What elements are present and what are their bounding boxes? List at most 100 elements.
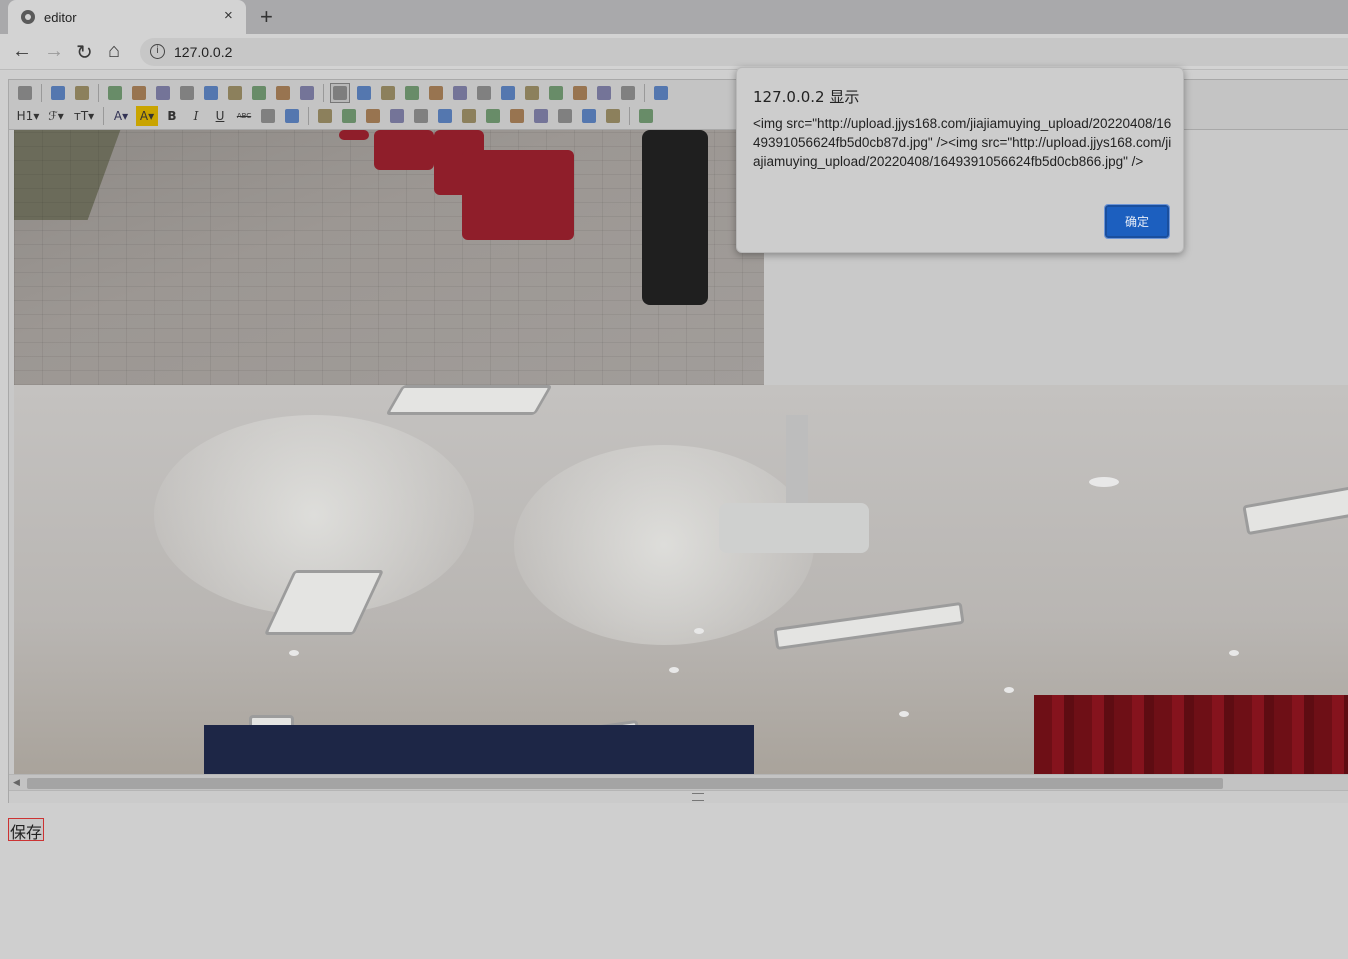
emoticon-icon[interactable] [483, 106, 503, 126]
template-icon[interactable] [153, 83, 173, 103]
indent-icon[interactable] [474, 83, 494, 103]
outdent-icon[interactable] [498, 83, 518, 103]
url-text[interactable]: 127.0.0.2 [174, 44, 232, 60]
anchor-icon[interactable] [555, 106, 575, 126]
subscript-icon[interactable] [522, 83, 542, 103]
unlink-icon[interactable] [603, 106, 623, 126]
line-height-icon[interactable] [258, 106, 278, 126]
flash-icon[interactable] [363, 106, 383, 126]
superscript-icon[interactable] [546, 83, 566, 103]
copy-icon [228, 86, 242, 100]
source-icon [18, 86, 32, 100]
toolbar-row-1 [15, 82, 671, 104]
preview-icon[interactable] [105, 83, 125, 103]
resize-grip-icon[interactable] [692, 793, 704, 801]
font-family-button[interactable]: ℱ▾ [45, 106, 67, 126]
align-justify-icon[interactable] [402, 83, 422, 103]
hr-icon[interactable] [459, 106, 479, 126]
text-color-button[interactable]: A▾ [110, 106, 132, 126]
multi-image-icon[interactable] [339, 106, 359, 126]
hr-icon [462, 109, 476, 123]
italic-button[interactable]: I [186, 106, 206, 126]
map-icon[interactable] [507, 106, 527, 126]
map-icon [510, 109, 524, 123]
source-icon[interactable] [15, 83, 35, 103]
dialog-title: 127.0.0.2 显示 [753, 88, 860, 106]
highlight-color-button[interactable]: A▾ [136, 106, 158, 126]
unordered-list-icon[interactable] [450, 83, 470, 103]
home-icon[interactable]: ⌂ [108, 40, 120, 63]
media-icon[interactable] [387, 106, 407, 126]
close-tab-icon[interactable]: × [224, 7, 233, 24]
cursor-icon[interactable] [618, 83, 638, 103]
editor-resize-bar[interactable] [9, 790, 1348, 803]
outdent-icon [501, 86, 515, 100]
code-icon[interactable] [177, 83, 197, 103]
content-image-classroom[interactable] [14, 385, 1348, 774]
multi-image-icon [342, 109, 356, 123]
image-ceiling-light [773, 601, 965, 651]
cut-icon [204, 86, 218, 100]
clear-format-icon[interactable] [570, 83, 590, 103]
new-tab-button[interactable]: + [260, 4, 273, 30]
table-icon [438, 109, 452, 123]
ordered-list-icon [429, 86, 443, 100]
content-image-suitcases[interactable] [14, 130, 764, 385]
toolbar-separator [629, 107, 630, 125]
clear-format-icon [573, 86, 587, 100]
back-icon[interactable]: ← [12, 40, 32, 63]
paste-word-icon [300, 86, 314, 100]
link-icon[interactable] [579, 106, 599, 126]
paste-plain-icon[interactable] [273, 83, 293, 103]
align-left-icon[interactable] [330, 83, 350, 103]
pagebreak-icon [534, 109, 548, 123]
undo-icon[interactable] [48, 83, 68, 103]
table-icon[interactable] [435, 106, 455, 126]
image-suitcase [462, 150, 574, 240]
horizontal-scrollbar[interactable]: ◀ [9, 774, 1348, 790]
cut-icon[interactable] [201, 83, 221, 103]
image-icon[interactable] [315, 106, 335, 126]
ordered-list-icon[interactable] [426, 83, 446, 103]
copy-icon[interactable] [225, 83, 245, 103]
image-blue-banner [204, 725, 754, 774]
forward-icon[interactable]: → [44, 40, 64, 63]
superscript-icon [549, 86, 563, 100]
bold-button[interactable]: B [162, 106, 182, 126]
font-size-button[interactable]: ᴛT▾ [71, 106, 97, 126]
heading-button[interactable]: H1▾ [15, 106, 41, 126]
image-ceiling-light [1242, 484, 1348, 536]
browser-tab[interactable]: editor × [8, 0, 246, 34]
scrollbar-thumb[interactable] [27, 778, 1223, 789]
attachment-icon[interactable] [411, 106, 431, 126]
emoticon-icon [486, 109, 500, 123]
undo-icon [51, 86, 65, 100]
template-icon [156, 86, 170, 100]
underline-button[interactable]: U [210, 106, 230, 126]
toolbar-separator [308, 107, 309, 125]
redo-icon[interactable] [72, 83, 92, 103]
paste-plain-icon [276, 86, 290, 100]
save-button[interactable]: 保存 [8, 818, 45, 842]
site-info-icon[interactable]: i [150, 44, 165, 59]
print-icon[interactable] [129, 83, 149, 103]
toolbar-row-2: H1▾ ℱ▾ ᴛT▾ A▾ A▾ B I U ABC [15, 105, 656, 127]
pagebreak-icon[interactable] [531, 106, 551, 126]
align-right-icon[interactable] [378, 83, 398, 103]
paste-word-icon[interactable] [297, 83, 317, 103]
paste-icon[interactable] [249, 83, 269, 103]
image-suitcase [339, 130, 369, 140]
image-ceiling-spot [1089, 477, 1119, 487]
strikethrough-button[interactable]: ABC [234, 106, 254, 126]
ok-button[interactable]: 确定 [1104, 204, 1170, 239]
reload-icon[interactable]: ↻ [76, 40, 93, 65]
select-all-icon[interactable] [594, 83, 614, 103]
align-center-icon[interactable] [354, 83, 374, 103]
url-field[interactable]: i 127.0.0.2 [140, 38, 1348, 66]
about-icon[interactable] [636, 106, 656, 126]
eraser-icon[interactable] [282, 106, 302, 126]
scroll-left-icon[interactable]: ◀ [13, 777, 20, 788]
image-ceiling-light [385, 385, 553, 415]
fullscreen-icon[interactable] [651, 83, 671, 103]
indent-icon [477, 86, 491, 100]
